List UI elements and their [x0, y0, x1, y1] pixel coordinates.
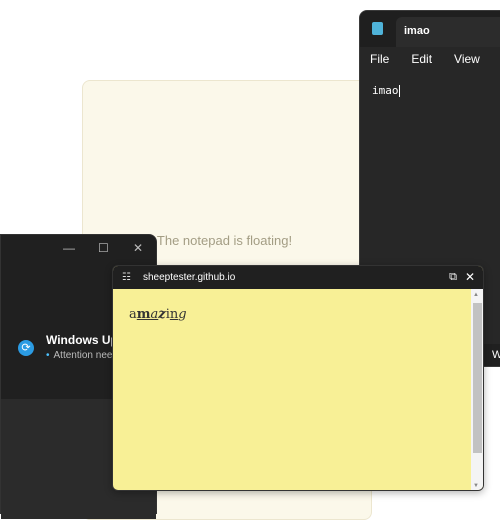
scroll-up-icon[interactable]: ▲ [473, 292, 479, 298]
text-part: a [129, 307, 137, 322]
close-icon[interactable]: ✕ [465, 270, 475, 284]
menu-edit[interactable]: Edit [411, 52, 432, 66]
sync-icon: ⟳ [18, 340, 34, 356]
scroll-down-icon[interactable]: ▼ [473, 483, 479, 489]
text-part: m [136, 307, 151, 322]
text-caret [398, 85, 400, 97]
site-settings-icon[interactable]: ☷ [122, 272, 131, 283]
notepad-icon [372, 22, 383, 35]
text-part: g [178, 307, 187, 322]
text-part: z [158, 307, 166, 322]
menu-file[interactable]: File [370, 52, 389, 66]
popup-content[interactable]: amazing [113, 289, 483, 322]
status-text: W [492, 349, 500, 361]
scrollbar-thumb[interactable] [473, 303, 482, 453]
maximize-button[interactable]: ☐ [98, 241, 109, 255]
notepad-title-bar[interactable]: imao [360, 11, 500, 47]
back-to-tab-icon[interactable]: ⧉ [449, 271, 457, 284]
text-part: n [169, 307, 179, 322]
scrollbar[interactable]: ▲ ▼ [471, 289, 483, 490]
popup-title: sheeptester.github.io [143, 272, 236, 283]
close-button[interactable]: ✕ [133, 241, 143, 255]
minimize-button[interactable]: — [63, 241, 75, 255]
notepad-content: imao [372, 84, 399, 97]
popup-title-bar[interactable]: ☷ sheeptester.github.io ⧉ ✕ [113, 266, 483, 289]
notepad-menu: File Edit View [360, 47, 500, 71]
menu-view[interactable]: View [454, 52, 480, 66]
notepad-text-area[interactable]: imao [360, 71, 500, 97]
popup-window: ☷ sheeptester.github.io ⧉ ✕ amazing ▲ ▼ [112, 265, 484, 491]
notepad-tab[interactable]: imao [396, 17, 500, 47]
